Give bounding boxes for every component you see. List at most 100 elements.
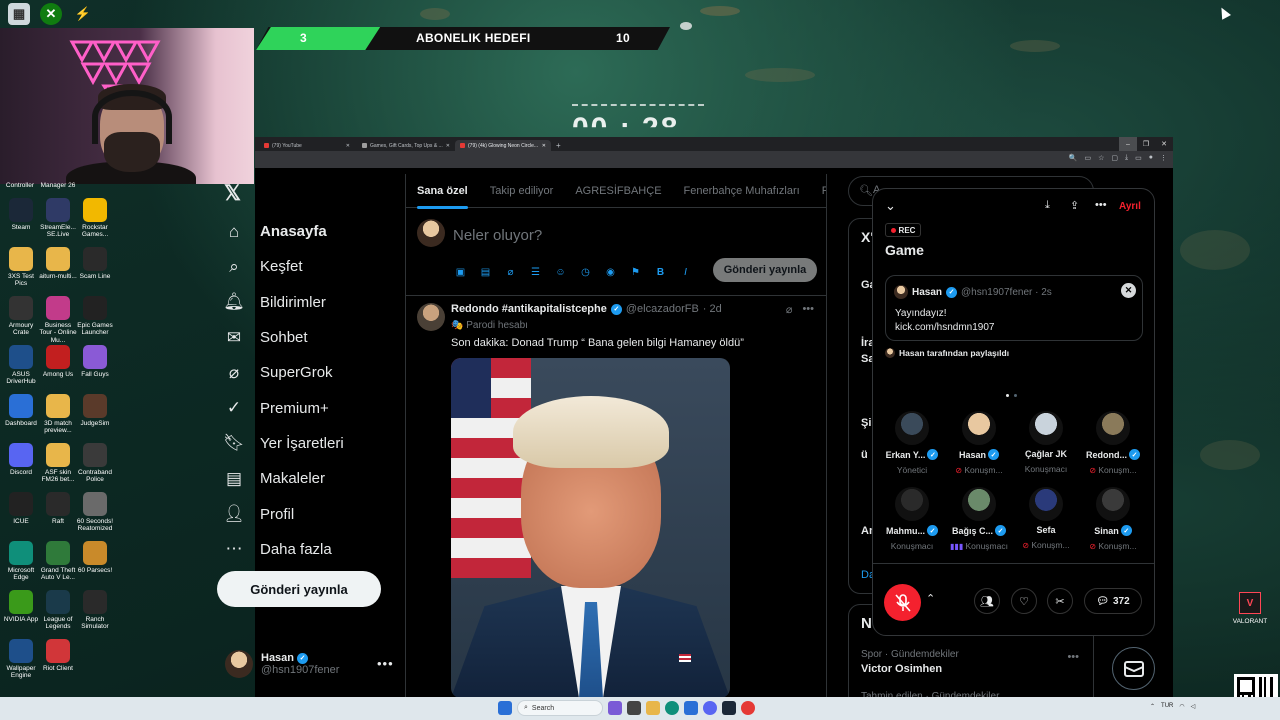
desktop-shortcut[interactable]: Rockstar Games...	[76, 198, 114, 239]
desktop-shortcut[interactable]: Contraband Police	[76, 443, 114, 484]
tweet-handle[interactable]: @elcazadorFB	[626, 303, 699, 315]
composer-input[interactable]: Neler oluyor?	[453, 227, 542, 244]
speaker[interactable]: Sinan ✓ ⊘ Konuşm...	[1081, 487, 1145, 551]
nav-item-search[interactable]: ⌕ Keşfet	[224, 249, 344, 284]
task-view-icon[interactable]	[627, 701, 641, 715]
desktop-shortcut[interactable]: Business Tour - Online Mu...	[39, 296, 77, 344]
taskbar-search[interactable]: ⌕ Search	[517, 700, 603, 716]
copilot-icon[interactable]	[608, 701, 622, 715]
desktop-shortcut[interactable]: Microsoft Edge	[2, 541, 40, 582]
share-icon[interactable]: ⇪	[1070, 199, 1079, 212]
more-icon[interactable]: •••	[1067, 651, 1079, 663]
file-explorer-icon[interactable]	[646, 701, 660, 715]
nav-item-person[interactable]: 👤︎ Profil	[223, 496, 344, 531]
page-dot[interactable]	[1014, 394, 1017, 397]
mic-muted-button[interactable]	[884, 584, 921, 621]
schedule-icon[interactable]: ◷	[579, 267, 592, 278]
page-dot[interactable]	[1006, 394, 1009, 397]
trend-name[interactable]: Victor Osimhen	[861, 663, 942, 675]
minimize-button[interactable]: –	[1119, 137, 1137, 151]
desktop-shortcut[interactable]: 60 Seconds! Reatomized	[76, 492, 114, 533]
cast-icon[interactable]: ▭	[1085, 154, 1092, 162]
desktop-shortcut[interactable]: StreamEle... SE.Live	[39, 198, 77, 239]
account-switcher[interactable]: Hasan ✓ @hsn1907fener	[225, 650, 339, 678]
more-icon[interactable]: •••	[1095, 199, 1107, 211]
desktop-shortcut[interactable]: Discord	[2, 443, 40, 476]
desktop-shortcut[interactable]: Grand Theft Auto V Le...	[39, 541, 77, 582]
desktop-shortcut[interactable]: Riot Client	[39, 639, 77, 672]
desktop-shortcut[interactable]: JudgeSim	[76, 394, 114, 427]
chevron-up-icon[interactable]: ⌃	[926, 592, 935, 605]
comments-button[interactable]: 💬︎ 372	[1084, 588, 1142, 614]
desktop-shortcut[interactable]: Steam	[2, 198, 40, 231]
speaker[interactable]: Sefa ⊘ Konuşm...	[1014, 487, 1078, 550]
card-item[interactable]: ü	[861, 449, 868, 461]
nav-item-article[interactable]: ▤ Makaleler	[224, 461, 344, 496]
desktop-shortcut[interactable]: aiturn-multi...	[39, 247, 77, 280]
desktop-shortcut[interactable]: Raft	[39, 492, 77, 525]
x-logo[interactable]: 𝕏	[224, 181, 241, 206]
desktop-shortcut[interactable]: 3D match preview...	[39, 394, 77, 435]
timeline-tab[interactable]: Fenerbahçe Muhafızları	[684, 185, 800, 197]
emoji-icon[interactable]: ☺	[554, 267, 567, 278]
browser-tab[interactable]: Games, Gift Cards, Top Ups & ... ✕	[357, 140, 453, 151]
more-icon[interactable]: •••	[802, 303, 814, 316]
timeline-tab[interactable]: AGRESİFBAHÇE	[575, 185, 661, 197]
app-icon[interactable]: ▦	[8, 3, 30, 25]
poll-icon[interactable]: ☰	[529, 267, 542, 278]
chevron-up-icon[interactable]: ⌃	[1150, 703, 1155, 710]
speaker[interactable]: Çağlar JK Konuşmacı	[1014, 411, 1078, 474]
desktop-shortcut[interactable]: Among Us	[39, 345, 77, 378]
desktop-shortcut[interactable]: NVIDIA App	[2, 590, 40, 623]
nav-item-mail[interactable]: ✉ Sohbet	[224, 320, 344, 355]
pinned-link[interactable]: kick.com/hsndmn1907	[895, 321, 995, 335]
speaker[interactable]: Redond... ✓ ⊘ Konuşm...	[1081, 411, 1145, 475]
split-icon[interactable]: ▭	[1135, 154, 1142, 162]
image-icon[interactable]: ▣	[454, 267, 467, 278]
desktop-shortcut[interactable]: League of Legends	[39, 590, 77, 631]
desktop-shortcut[interactable]: 60 Parsecs!	[76, 541, 114, 574]
valorant-shortcut[interactable]: V VALORANT	[1232, 592, 1268, 625]
tweet-time[interactable]: · 2d	[703, 303, 722, 315]
desktop-shortcut[interactable]: ASUS DriverHub	[2, 345, 40, 386]
desktop-shortcut[interactable]: Scam Line	[76, 247, 114, 280]
desktop-shortcut[interactable]: Epic Games Launcher	[76, 296, 114, 337]
desktop-shortcut[interactable]: ASF skin FM26 bet...	[39, 443, 77, 484]
extension-icon[interactable]: ▢	[1111, 154, 1118, 162]
avatar[interactable]	[417, 303, 445, 331]
italic-icon[interactable]: I	[679, 267, 692, 278]
bold-icon[interactable]: B	[654, 267, 667, 278]
close-icon[interactable]: ✕	[346, 143, 350, 149]
close-icon[interactable]: ✕	[1121, 283, 1136, 298]
pinned-post[interactable]: Hasan ✓ @hsn1907fener · 2s Yayındayız! k…	[885, 275, 1143, 341]
nav-item-bookmark[interactable]: 🔖︎ Yer İşaretleri	[223, 426, 343, 461]
maximize-button[interactable]: ❐	[1137, 137, 1155, 151]
nav-item-more-circle[interactable]: ⋯ Daha fazla	[224, 532, 344, 567]
tweet-image[interactable]	[451, 358, 730, 698]
speaker[interactable]: Hasan ✓ ⊘ Konuşm...	[947, 411, 1011, 475]
desktop-shortcut[interactable]: Armoury Crate	[2, 296, 40, 337]
close-window-button[interactable]: ✕	[1155, 137, 1173, 151]
nav-item-home[interactable]: ⌂ Anasayfa	[224, 214, 344, 249]
clip-button[interactable]: ✂	[1047, 588, 1073, 614]
browser-tab[interactable]: (79) YouTube ✕	[259, 140, 355, 151]
flag-icon[interactable]: ⚑	[629, 267, 642, 278]
desktop-shortcut[interactable]: ICUE	[2, 492, 40, 525]
steam-icon[interactable]	[722, 701, 736, 715]
store-icon[interactable]	[684, 701, 698, 715]
star-icon[interactable]: ☆	[1098, 154, 1104, 162]
timeline-tab[interactable]: Takip ediliyor	[490, 185, 554, 197]
desktop-shortcut[interactable]: Wallpaper Engine	[2, 639, 40, 680]
speaker[interactable]: Erkan Y... ✓ Yönetici	[880, 411, 944, 475]
desktop-shortcut[interactable]: 3XS Test Pics	[2, 247, 40, 288]
card-item[interactable]: Şi	[861, 417, 871, 429]
wifi-icon[interactable]: ◠	[1179, 703, 1184, 710]
chrome-icon[interactable]	[741, 701, 755, 715]
collapse-icon[interactable]: ⌄	[885, 198, 896, 214]
volume-icon[interactable]: ◁	[1191, 703, 1196, 710]
participants-button[interactable]: 👥︎	[974, 588, 1000, 614]
leave-button[interactable]: Ayrıl	[1119, 201, 1141, 212]
speaker[interactable]: Bağış C... ✓ ▮▮▮ Konuşmacı	[947, 487, 1011, 551]
desktop-shortcut[interactable]: Dashboard	[2, 394, 40, 427]
gif-icon[interactable]: ▤	[479, 267, 492, 278]
